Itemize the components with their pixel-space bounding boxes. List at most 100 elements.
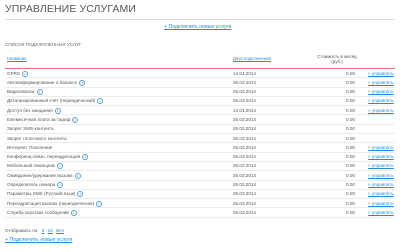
service-name-cell: Оживдание/удержание вызова i [7, 172, 81, 179]
service-name-cell: Интернет. Поколение [7, 145, 52, 150]
connection-date: 25.03.2014 [233, 89, 256, 95]
header-cost: Стоимость в месяц (руб.) [317, 54, 357, 64]
service-name: Мобильный помощник [7, 163, 56, 169]
header-name-sort-link[interactable]: Название [7, 56, 27, 61]
connection-date: 25.03.2014 [233, 209, 256, 215]
service-name-cell: Доступ без ожидания i [7, 107, 61, 114]
table-row: Переадресация вызова (периодическая) i 25.… [5, 199, 395, 209]
table-row: Запрет голосового контента 25.03.2014 0.00 [5, 134, 395, 144]
monthly-cost: 0.00 [346, 154, 355, 160]
manage-link[interactable]: » управлять [368, 80, 394, 85]
manage-link[interactable]: » управлять [368, 201, 394, 206]
manage-link[interactable]: » управлять [368, 89, 394, 94]
monthly-cost: 0.00 [346, 144, 355, 150]
monthly-cost: 0.00 [346, 191, 355, 197]
manage-link[interactable]: » управлять [368, 108, 394, 113]
service-name-cell: Запрет SMS-контента [7, 126, 54, 131]
connect-services-link-top[interactable]: + Подключить новые услуги [164, 24, 231, 30]
table-row: Параметры SMS (Русский язык) i 25.03.2014 0… [5, 190, 395, 200]
service-name: Видеозвонок [7, 89, 35, 95]
connection-date: 25.03.2014 [233, 154, 256, 160]
table-row: GPRS i 14.04.2014 0.00 » управлять [5, 69, 395, 79]
table-row: Запрет SMS-контента 25.03.2014 0.00 [5, 125, 395, 135]
service-name-cell: Ежемесячная плата за тариф i [7, 116, 79, 123]
page-size-option-all[interactable]: Все [56, 228, 64, 233]
service-name: Запрет SMS-контента [7, 126, 54, 132]
manage-link[interactable]: » управлять [368, 145, 394, 150]
connection-date: 14.04.2014 [233, 107, 256, 113]
manage-link[interactable]: » управлять [368, 182, 394, 187]
info-icon[interactable]: i [82, 154, 89, 161]
info-icon[interactable]: i [77, 191, 84, 198]
page-size-option-8[interactable]: 8 [42, 228, 45, 233]
monthly-cost: 0.00 [346, 135, 355, 141]
monthly-cost: 0.00 [346, 98, 355, 104]
table-row: Оживдание/удержание вызова i 25.03.2014 0.0… [5, 171, 395, 181]
service-name-cell: Переадресация вызова (периодическая) i [7, 200, 103, 207]
service-name: Интернет. Поколение [7, 144, 53, 150]
info-icon[interactable]: i [74, 172, 81, 179]
connection-date: 25.03.2014 [233, 116, 256, 122]
info-icon[interactable]: i [97, 98, 104, 105]
table-row: Ежемесячная плата за тариф i 25.03.2014 0.0… [5, 115, 395, 125]
manage-link[interactable]: » управлять [368, 173, 394, 178]
manage-link[interactable]: » управлять [368, 98, 394, 103]
manage-link[interactable]: » управлять [368, 71, 394, 76]
monthly-cost: 0.00 [346, 209, 355, 215]
section-label: СПИСОК ПОДКЛЮЧЕННЫХ УСЛУГ [5, 42, 82, 47]
info-icon[interactable]: i [96, 200, 103, 207]
connection-date: 25.03.2014 [233, 182, 256, 188]
monthly-cost: 0.00 [346, 79, 355, 85]
monthly-cost: 0.00 [346, 172, 355, 178]
monthly-cost: 0.00 [346, 116, 355, 122]
info-icon[interactable]: i [70, 209, 77, 216]
manage-link[interactable]: » управлять [368, 163, 394, 168]
service-name: Переадресация вызова (периодическая) [7, 200, 95, 206]
table-row: Мобильный помощник i 25.03.2014 0.00 » управ… [5, 162, 395, 172]
info-icon[interactable]: i [22, 70, 29, 77]
service-name: Ежемесячная плата за тариф [7, 117, 71, 123]
page-size-option-16[interactable]: 16 [48, 228, 53, 233]
connection-date: 25.03.2014 [233, 172, 256, 178]
service-name-cell: Видеозвонок i [7, 89, 43, 96]
pagination-label: Отображать по: [5, 228, 39, 233]
service-name-cell: Определитель номера i [7, 182, 64, 189]
table-row: Детализированный счёт (периодический) i 25… [5, 97, 395, 107]
service-name-cell: Параметры SMS (Русский язык) i [7, 191, 84, 198]
connect-services-link-bottom[interactable]: + Подключить новые услуги [5, 237, 72, 243]
service-name: GPRS [7, 70, 21, 76]
table-row: Конференц-связь, переадресация i 25.03.201… [5, 153, 395, 162]
info-icon[interactable]: i [79, 79, 86, 86]
connection-date: 25.03.2014 [233, 79, 256, 85]
monthly-cost: 0.00 [346, 107, 355, 113]
header-date-sort-link[interactable]: Дата подключения [233, 56, 271, 61]
connection-date: 25.03.2014 [233, 98, 256, 104]
manage-link[interactable]: » управлять [368, 210, 394, 215]
info-icon[interactable]: i [57, 163, 64, 170]
connection-date: 25.03.2014 [233, 200, 256, 206]
service-name: Доступ без ожидания [7, 107, 53, 113]
info-icon[interactable]: i [57, 182, 64, 189]
service-name-cell: Мобильный помощник i [7, 163, 64, 170]
monthly-cost: 0.00 [346, 89, 355, 95]
monthly-cost: 0.00 [346, 163, 355, 169]
connection-date: 25.03.2014 [233, 126, 256, 132]
services-table: Название Дата подключения Стоимость в ме… [5, 53, 395, 218]
info-icon[interactable]: i [72, 116, 79, 123]
page-title: УПРАВЛЕНИЕ УСЛУГАМИ [5, 3, 136, 15]
info-icon[interactable]: i [54, 107, 61, 114]
service-name-cell: Служба коротких сообщений i [7, 209, 77, 216]
table-header: Название Дата подключения Стоимость в ме… [5, 53, 395, 69]
monthly-cost: 0.00 [346, 200, 355, 206]
manage-link[interactable]: » управлять [368, 191, 394, 196]
service-name: Параметры SMS (Русский язык) [7, 191, 76, 197]
service-name-cell: Запрет голосового контента [7, 136, 67, 141]
connection-date: 14.04.2014 [233, 70, 256, 76]
manage-link[interactable]: » управлять [368, 154, 394, 159]
table-row: Определитель номера i 25.03.2014 0.00 » упра… [5, 181, 395, 190]
table-row: Служба коротких сообщений i 25.03.2014 0.00… [5, 208, 395, 218]
monthly-cost: 0.00 [346, 182, 355, 188]
service-name-cell: Детализированный счёт (периодический) i [7, 98, 104, 105]
info-icon[interactable]: i [36, 89, 43, 96]
service-name: Определитель номера [7, 182, 56, 188]
